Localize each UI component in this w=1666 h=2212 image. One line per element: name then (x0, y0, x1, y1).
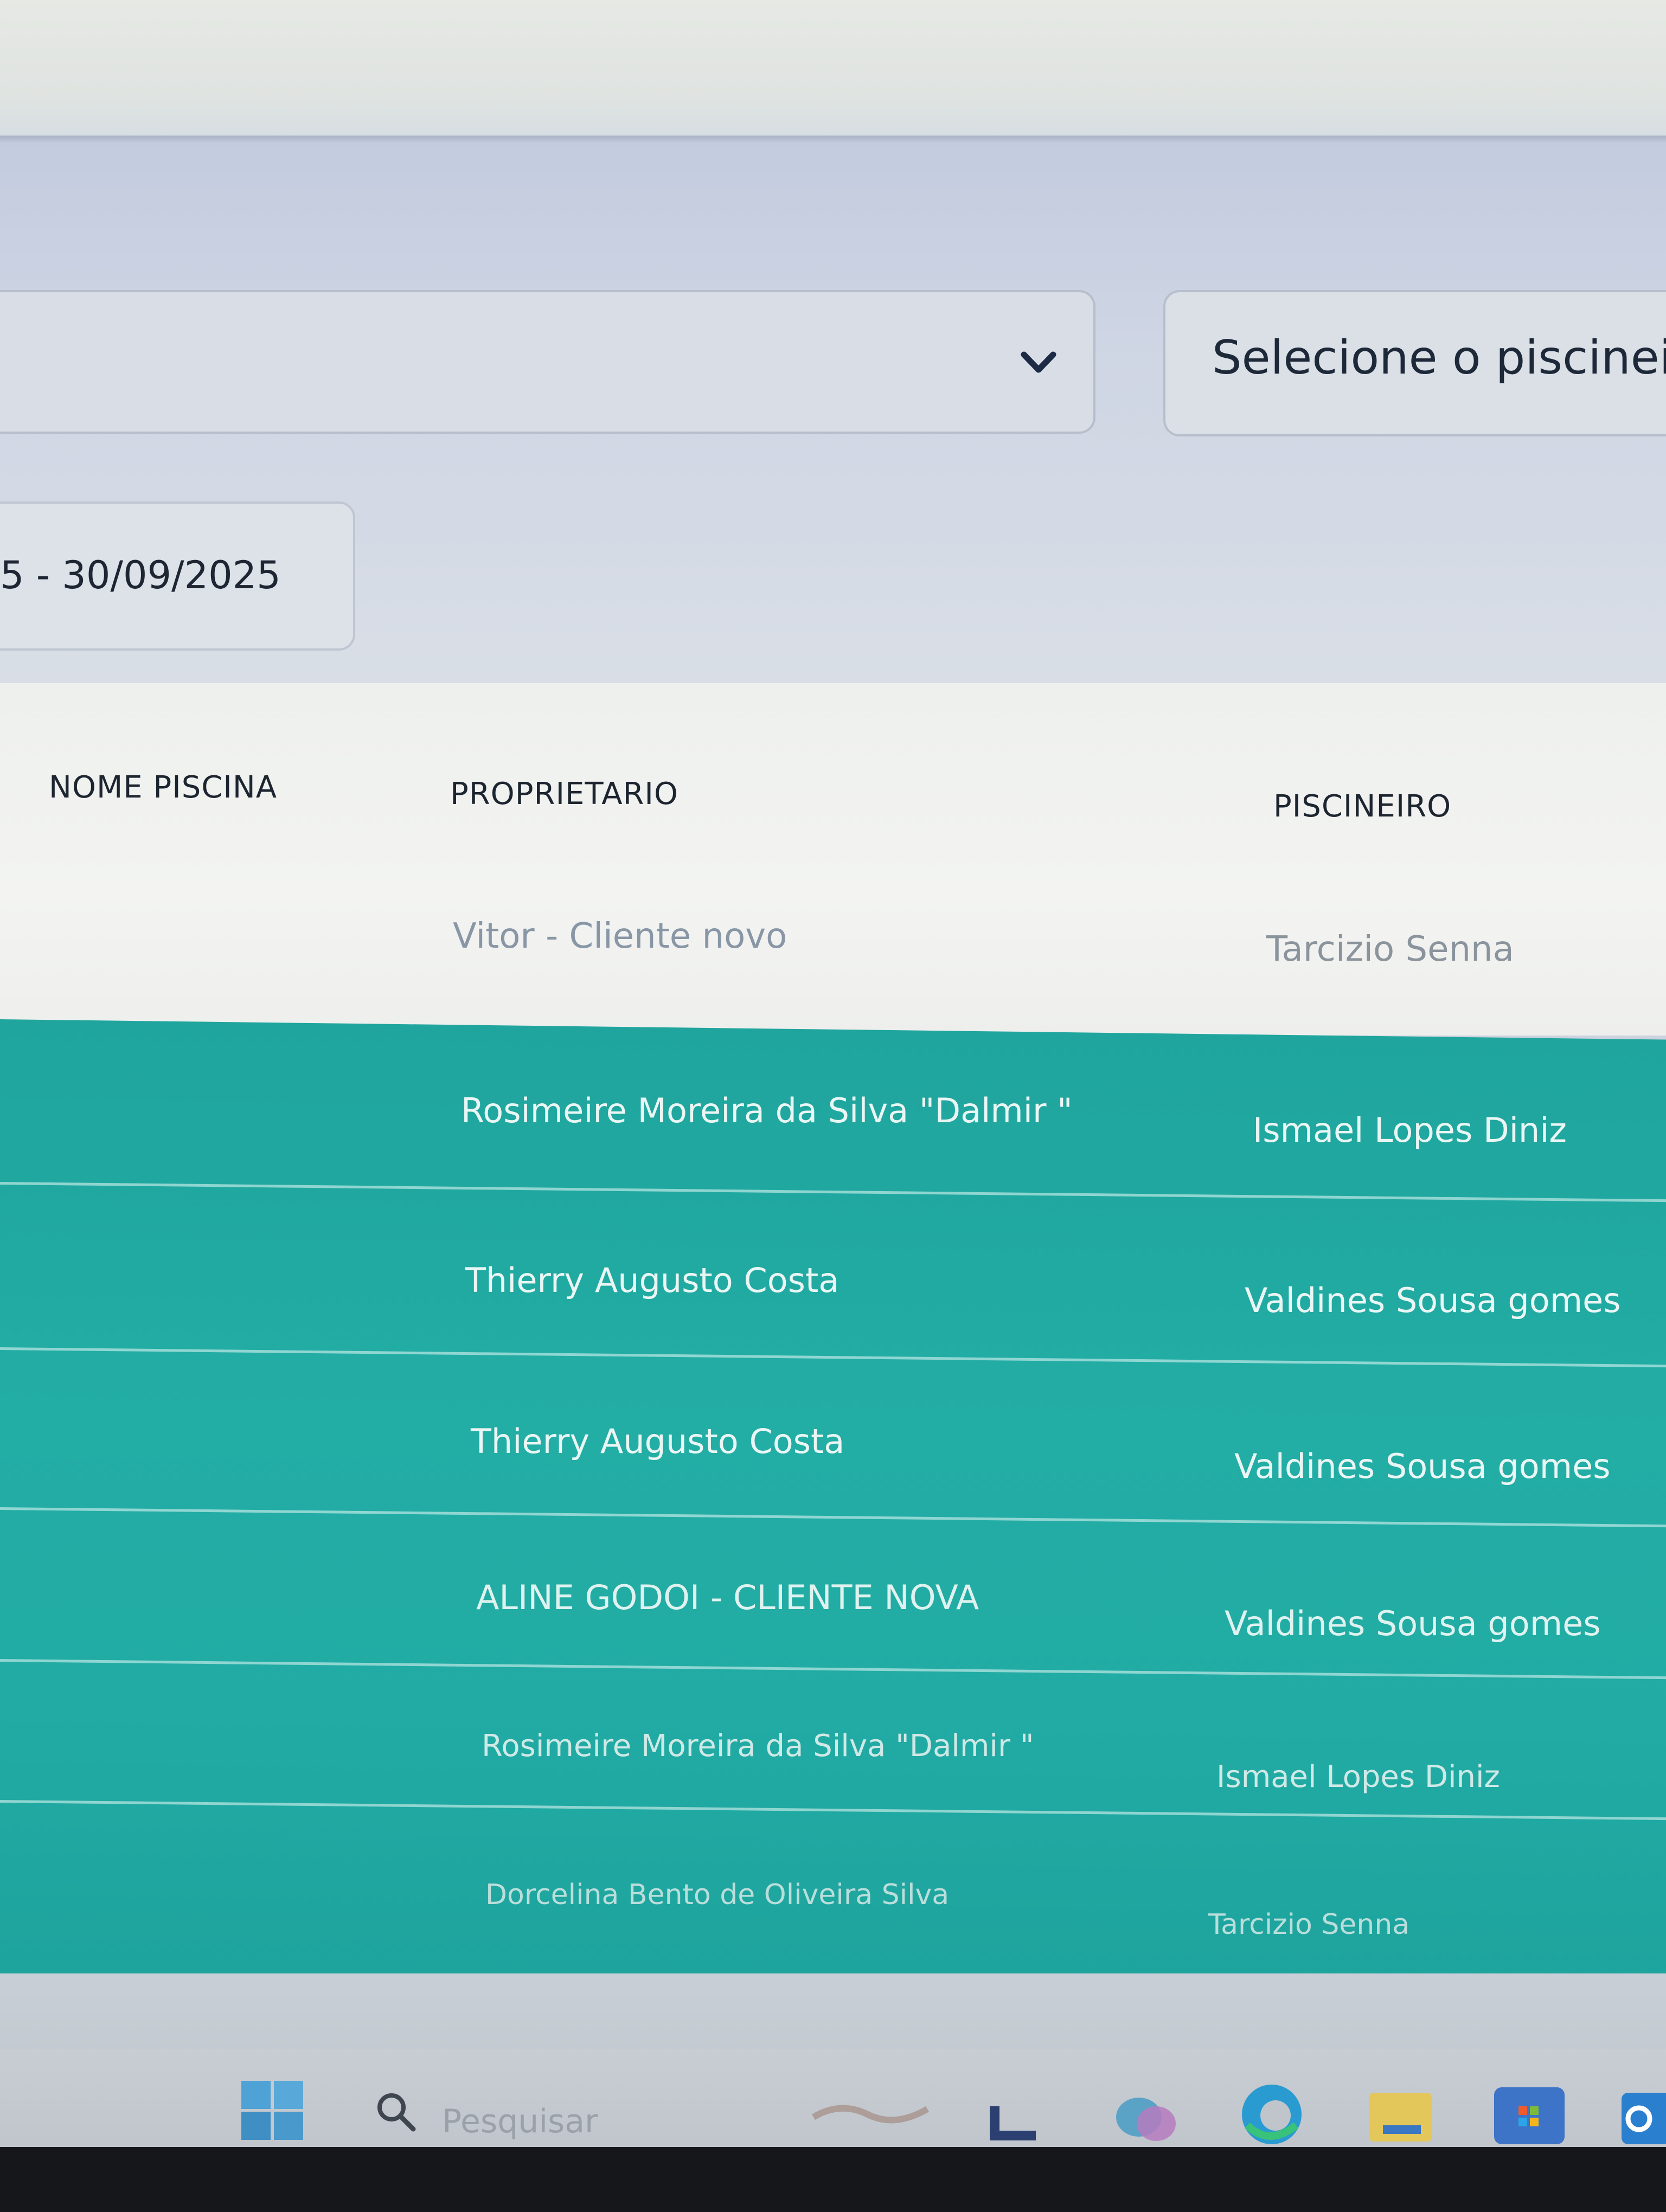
filter-select-dropdown[interactable] (0, 290, 1095, 434)
taskbar-search-input[interactable]: Pesquisar (442, 2102, 598, 2140)
row-6-piscineiro: Ismael Lopes Diniz (1216, 1759, 1500, 1795)
copilot-icon[interactable] (1112, 2090, 1182, 2150)
outlook-icon[interactable] (1616, 2087, 1666, 2147)
row-2-proprietario[interactable]: Rosimeire Moreira da Silva "Dalmir " (461, 1091, 1073, 1130)
table-header-area (0, 683, 1666, 1036)
row-4-proprietario[interactable]: Thierry Augusto Costa (471, 1422, 844, 1461)
row-5-proprietario[interactable]: ALINE GODOI - CLIENTE NOVA (476, 1578, 979, 1617)
app-icon[interactable] (987, 2104, 1041, 2147)
date-range-value: 5 - 30/09/2025 (0, 553, 281, 597)
edge-icon[interactable] (1236, 2082, 1307, 2147)
row-1-piscineiro: Tarcizio Senna (1266, 929, 1514, 969)
row-5-piscineiro: Valdines Sousa gomes (1225, 1604, 1601, 1643)
row-6-proprietario[interactable]: Rosimeire Moreira da Silva "Dalmir " (482, 1728, 1034, 1764)
chevron-down-icon[interactable] (1020, 347, 1058, 380)
monitor-top-area (0, 0, 1666, 141)
windows-start-icon[interactable] (241, 2081, 304, 2140)
row-3-piscineiro: Valdines Sousa gomes (1245, 1281, 1621, 1320)
piscineiro-select-placeholder: Selecione o piscineiro (1212, 331, 1666, 385)
file-explorer-icon[interactable] (1367, 2087, 1437, 2147)
column-header-proprietario[interactable]: PROPRIETARIO (450, 776, 678, 812)
store-icon[interactable] (1494, 2082, 1565, 2147)
row-1-proprietario: Vitor - Cliente novo (453, 916, 787, 956)
row-2-piscineiro: Ismael Lopes Diniz (1253, 1110, 1567, 1150)
search-icon[interactable] (374, 2090, 418, 2133)
row-4-piscineiro: Valdines Sousa gomes (1234, 1446, 1611, 1486)
weather-widget-icon[interactable] (808, 2079, 933, 2133)
column-header-nome-piscina[interactable]: NOME PISCINA (49, 770, 277, 805)
row-7-proprietario[interactable]: Dorcelina Bento de Oliveira Silva (485, 1879, 949, 1911)
monitor-bottom-bezel (0, 2147, 1666, 2212)
column-header-piscineiro[interactable]: PISCINEIRO (1273, 789, 1451, 824)
row-7-piscineiro: Tarcizio Senna (1208, 1908, 1410, 1941)
row-3-proprietario[interactable]: Thierry Augusto Costa (465, 1261, 839, 1300)
